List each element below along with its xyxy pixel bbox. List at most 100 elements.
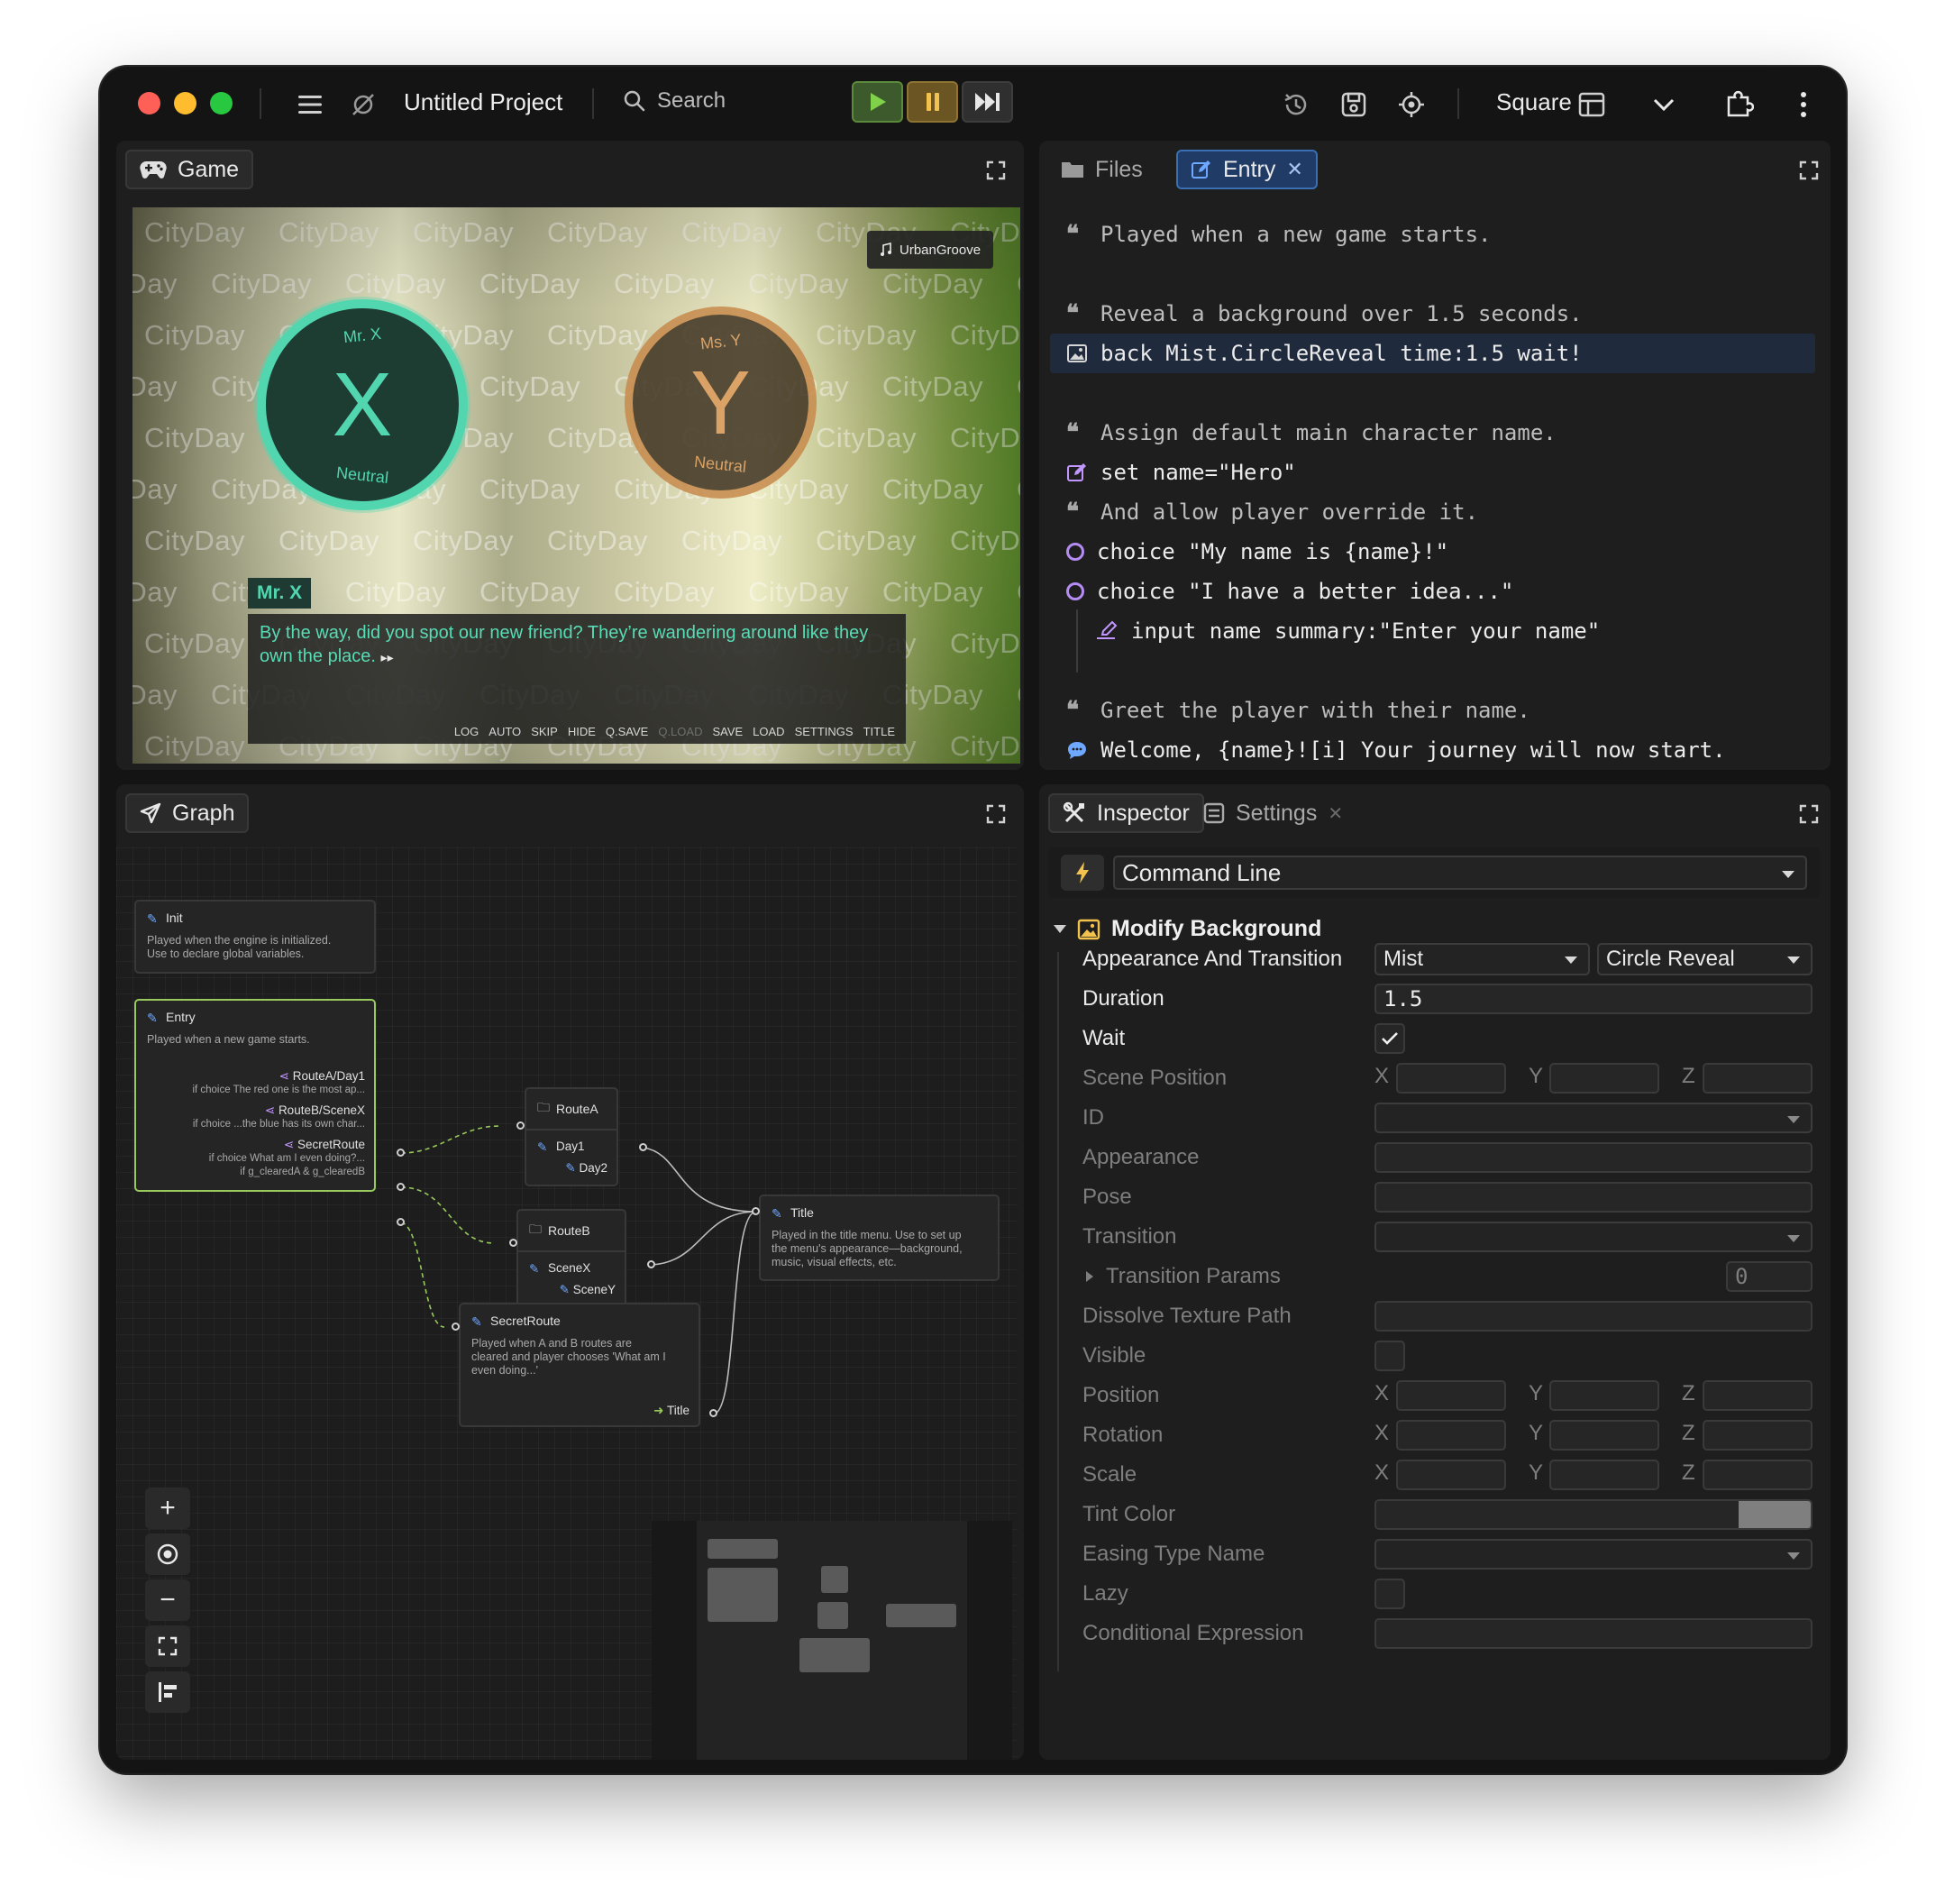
expand-icon[interactable] <box>986 160 1006 180</box>
script-line[interactable]: ❝ Assign default main character name. <box>1066 413 1557 453</box>
chevron-down-icon[interactable] <box>1648 88 1680 121</box>
node-input-day1[interactable]: ✎ Day1 <box>537 1140 585 1154</box>
expand-icon[interactable] <box>986 804 1006 824</box>
scene-position-y-input[interactable] <box>1549 1063 1659 1094</box>
node-output-route-a[interactable]: ⋖ RouteA/Day1 <box>279 1069 365 1084</box>
dialog-menu-title[interactable]: TITLE <box>863 725 895 738</box>
maximize-window-button[interactable] <box>210 92 233 114</box>
input-pin[interactable] <box>752 1207 760 1215</box>
command-selector-dropdown[interactable]: Command Line <box>1113 856 1807 890</box>
dialog-box[interactable]: By the way, did you spot our new friend?… <box>248 614 906 744</box>
dialog-menu-load[interactable]: LOAD <box>753 725 784 738</box>
close-tab-icon[interactable]: ✕ <box>1286 158 1302 181</box>
lazy-checkbox[interactable] <box>1374 1579 1405 1609</box>
minimap[interactable] <box>652 1521 1012 1760</box>
node-output-route-b[interactable]: ⋖ RouteB/SceneX <box>265 1103 365 1118</box>
conditional-input[interactable] <box>1374 1618 1813 1649</box>
dialog-menu-auto[interactable]: AUTO <box>489 725 521 738</box>
scene-position-x-input[interactable] <box>1396 1063 1506 1094</box>
layout-label[interactable]: Square <box>1496 88 1572 116</box>
script-line[interactable]: ❝ Reveal a background over 1.5 seconds. <box>1066 294 1583 334</box>
tint-color-swatch[interactable] <box>1739 1501 1811 1528</box>
transition-dropdown[interactable]: Circle Reveal <box>1597 943 1813 975</box>
section-header[interactable]: Modify Background <box>1054 916 1321 942</box>
scale-y-input[interactable] <box>1549 1460 1659 1490</box>
hamburger-menu-icon[interactable] <box>294 88 326 121</box>
dialog-menu-settings[interactable]: SETTINGS <box>795 725 854 738</box>
close-tab-icon[interactable]: ✕ <box>1328 802 1343 825</box>
appearance-dropdown[interactable]: Mist <box>1374 943 1590 975</box>
position-y-input[interactable] <box>1549 1380 1659 1411</box>
output-pin[interactable] <box>709 1409 717 1417</box>
graph-canvas[interactable]: ✎ Init Played when the engine is initiali… <box>116 847 1018 1760</box>
dialog-menu-hide[interactable]: HIDE <box>568 725 596 738</box>
pose-input[interactable] <box>1374 1182 1813 1213</box>
node-input-scenex[interactable]: ✎ SceneX <box>529 1261 590 1276</box>
locate-icon[interactable] <box>1393 87 1429 123</box>
script-line[interactable]: choice "I have a better idea..." <box>1066 572 1513 611</box>
search-box[interactable]: Search <box>623 88 726 114</box>
visible-checkbox[interactable] <box>1374 1341 1405 1371</box>
skip-button[interactable] <box>962 81 1013 123</box>
output-pin[interactable] <box>397 1149 405 1157</box>
output-pin[interactable] <box>639 1143 647 1151</box>
center-view-button[interactable] <box>145 1533 190 1575</box>
dissolve-texture-input[interactable] <box>1374 1301 1813 1332</box>
game-viewport[interactable]: CityDayCityDayCityDayCityDayCityDayCityD… <box>132 207 1020 764</box>
appearance-input[interactable] <box>1374 1142 1813 1173</box>
minimize-window-button[interactable] <box>174 92 196 114</box>
auto-layout-button[interactable] <box>145 1671 190 1713</box>
output-pin[interactable] <box>647 1260 655 1268</box>
history-icon[interactable] <box>1278 87 1314 123</box>
close-window-button[interactable] <box>138 92 160 114</box>
tab-entry[interactable]: Entry ✕ <box>1176 150 1318 189</box>
output-pin[interactable] <box>397 1218 405 1226</box>
transition-params-count[interactable]: 0 <box>1726 1261 1813 1292</box>
wait-checkbox[interactable] <box>1374 1023 1405 1054</box>
position-x-input[interactable] <box>1396 1380 1506 1411</box>
input-pin[interactable] <box>509 1239 517 1247</box>
save-icon[interactable] <box>1336 87 1372 123</box>
script-line[interactable]: ❝ Played when a new game starts. <box>1066 215 1491 254</box>
graph-node-route-a[interactable]: 🗀 RouteA ✎ Day1 ✎ Day2 <box>525 1087 618 1186</box>
scene-position-z-input[interactable] <box>1703 1063 1813 1094</box>
graph-node-title[interactable]: ✎ Title Played in the title menu. Use to … <box>759 1195 1000 1281</box>
tab-graph[interactable]: Graph <box>125 793 250 833</box>
fit-view-button[interactable] <box>145 1625 190 1667</box>
script-line[interactable]: ❝ And allow player override it. <box>1066 492 1478 532</box>
layout-icon[interactable] <box>1575 88 1608 121</box>
rotation-z-input[interactable] <box>1703 1420 1813 1451</box>
script-line[interactable]: ❝ Greet the player with their name. <box>1066 691 1530 730</box>
dialog-menu-q-load[interactable]: Q.LOAD <box>658 725 702 738</box>
script-line[interactable]: input name summary:"Enter your name" <box>1095 611 1600 651</box>
tab-inspector[interactable]: Inspector <box>1048 793 1204 833</box>
graph-node-entry[interactable]: ✎ Entry Played when a new game starts. ⋖ … <box>134 999 376 1192</box>
expand-icon[interactable] <box>1799 804 1819 824</box>
input-pin[interactable] <box>516 1121 525 1130</box>
zoom-in-button[interactable]: + <box>145 1488 190 1529</box>
node-output-day2[interactable]: ✎ Day2 <box>565 1161 607 1176</box>
transition-params-row[interactable]: Transition Params <box>1082 1259 1281 1295</box>
tint-color-input[interactable] <box>1374 1499 1813 1530</box>
duration-input[interactable]: 1.5 <box>1374 984 1813 1014</box>
node-output-secret-route[interactable]: ⋖ SecretRoute <box>284 1138 365 1152</box>
zoom-out-button[interactable]: − <box>145 1579 190 1621</box>
input-pin[interactable] <box>452 1323 460 1331</box>
script-line-selected[interactable]: back Mist.CircleReveal time:1.5 wait! <box>1050 334 1815 373</box>
rotation-x-input[interactable] <box>1396 1420 1506 1451</box>
output-pin[interactable] <box>397 1183 405 1191</box>
node-output-sceney[interactable]: ✎ SceneY <box>560 1283 616 1297</box>
dialog-menu-save[interactable]: SAVE <box>712 725 743 738</box>
command-type-button[interactable] <box>1061 855 1104 891</box>
expand-icon[interactable] <box>1799 160 1819 180</box>
script-line[interactable]: choice "My name is {name}!" <box>1066 532 1448 572</box>
project-title[interactable]: Untitled Project <box>404 88 562 116</box>
play-button[interactable] <box>852 81 903 123</box>
plugin-icon[interactable] <box>1720 85 1758 123</box>
rotation-y-input[interactable] <box>1549 1420 1659 1451</box>
dialog-menu-log[interactable]: LOG <box>454 725 479 738</box>
node-output-title[interactable]: ➜ Title <box>653 1404 689 1418</box>
tab-settings[interactable]: Settings ✕ <box>1191 793 1356 833</box>
script-line[interactable]: set name="Hero" <box>1066 453 1296 492</box>
pause-button[interactable] <box>907 81 958 123</box>
